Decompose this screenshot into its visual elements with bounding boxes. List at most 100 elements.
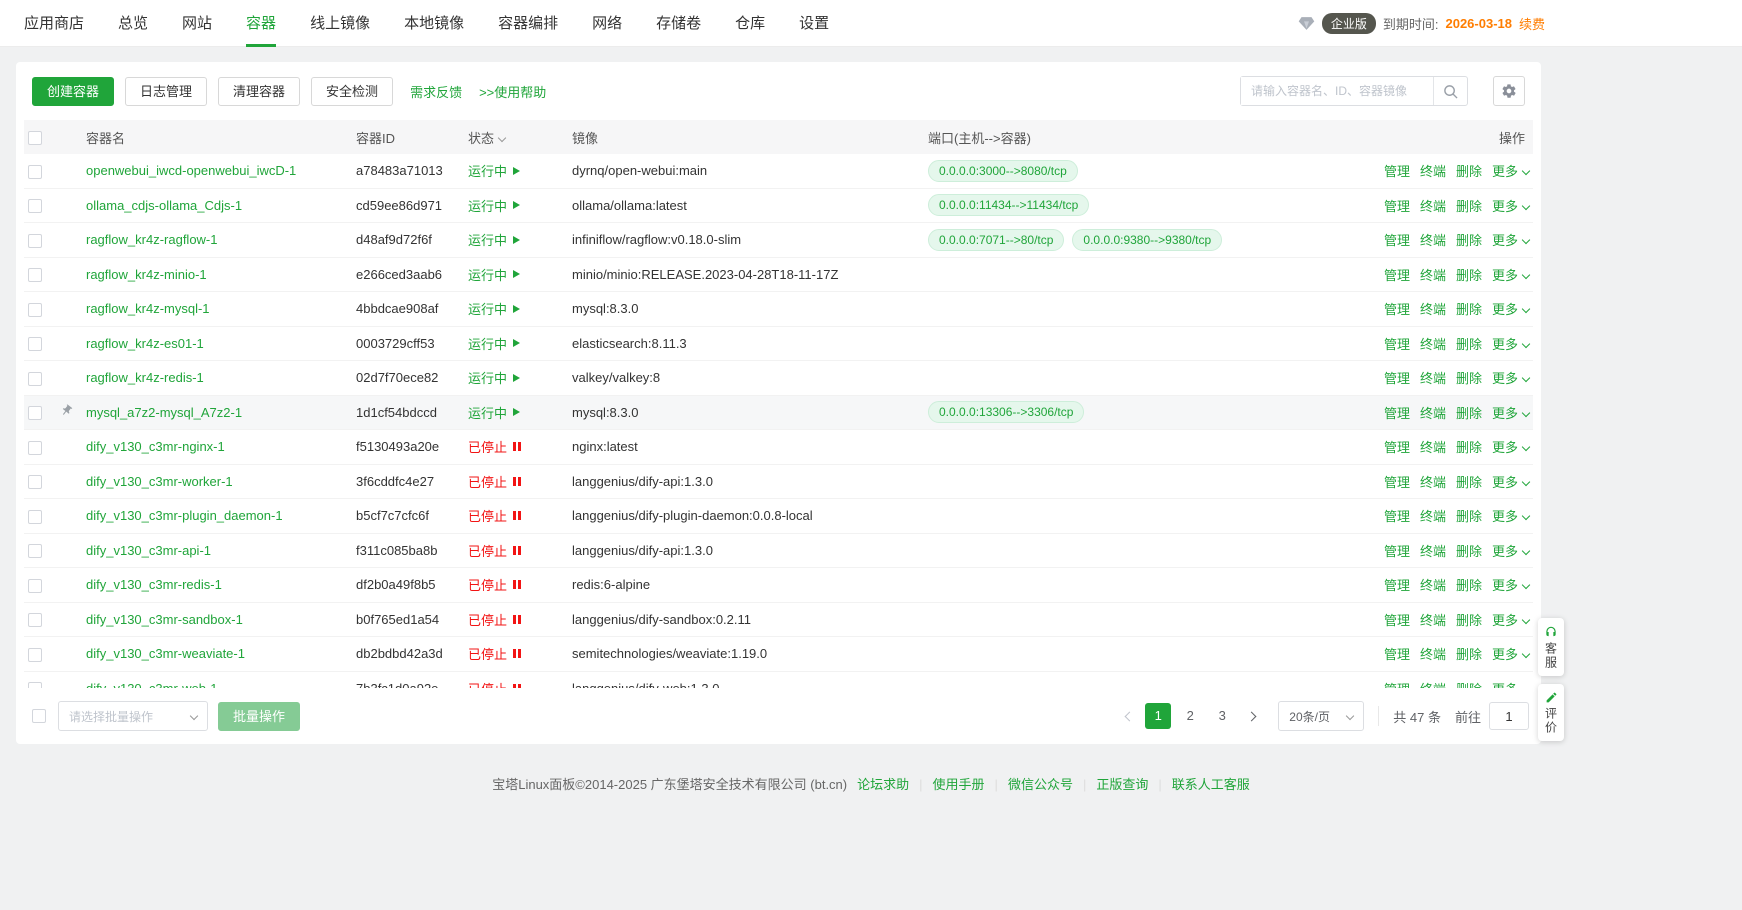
nav-item-设置[interactable]: 设置 [799, 0, 829, 47]
row-action-more[interactable]: 更多 [1492, 196, 1529, 215]
nav-item-容器[interactable]: 容器 [246, 0, 276, 47]
row-action-delete[interactable]: 删除 [1456, 196, 1482, 215]
row-action-delete[interactable]: 删除 [1456, 644, 1482, 663]
row-action-manage[interactable]: 管理 [1384, 161, 1410, 180]
prev-page-button[interactable] [1116, 703, 1142, 729]
row-action-manage[interactable]: 管理 [1384, 299, 1410, 318]
row-action-more[interactable]: 更多 [1492, 575, 1529, 594]
select-all-checkbox[interactable] [28, 131, 42, 145]
row-checkbox[interactable] [28, 579, 42, 593]
row-action-delete[interactable]: 删除 [1456, 610, 1482, 629]
row-action-delete[interactable]: 删除 [1456, 679, 1482, 688]
row-action-terminal[interactable]: 终端 [1420, 506, 1446, 525]
row-action-more[interactable]: 更多 [1492, 334, 1529, 353]
row-action-more[interactable]: 更多 [1492, 644, 1529, 663]
row-action-delete[interactable]: 删除 [1456, 161, 1482, 180]
row-action-delete[interactable]: 删除 [1456, 472, 1482, 491]
row-action-terminal[interactable]: 终端 [1420, 575, 1446, 594]
settings-gear-button[interactable] [1493, 76, 1525, 106]
row-checkbox[interactable] [28, 475, 42, 489]
row-action-manage[interactable]: 管理 [1384, 230, 1410, 249]
row-action-more[interactable]: 更多 [1492, 679, 1529, 688]
container-name-link[interactable]: dify_v130_c3mr-weaviate-1 [86, 646, 245, 661]
renew-link[interactable]: 续费 [1519, 14, 1545, 33]
row-action-more[interactable]: 更多 [1492, 161, 1529, 180]
play-icon[interactable] [513, 339, 520, 347]
nav-item-网络[interactable]: 网络 [592, 0, 622, 47]
page-button-1[interactable]: 1 [1145, 703, 1171, 729]
row-action-manage[interactable]: 管理 [1384, 472, 1410, 491]
row-checkbox[interactable] [28, 372, 42, 386]
row-checkbox[interactable] [28, 268, 42, 282]
help-link[interactable]: >>使用帮助 [479, 82, 546, 101]
goto-page-input[interactable] [1489, 702, 1529, 730]
row-action-manage[interactable]: 管理 [1384, 334, 1410, 353]
row-checkbox[interactable] [28, 406, 42, 420]
row-checkbox[interactable] [28, 544, 42, 558]
pause-icon[interactable] [513, 615, 523, 624]
play-icon[interactable] [513, 408, 520, 416]
row-action-manage[interactable]: 管理 [1384, 575, 1410, 594]
row-action-manage[interactable]: 管理 [1384, 679, 1410, 688]
search-icon[interactable] [1433, 77, 1467, 105]
row-checkbox[interactable] [28, 165, 42, 179]
pause-icon[interactable] [513, 684, 523, 688]
status-filter[interactable]: 状态 [468, 128, 572, 147]
row-action-delete[interactable]: 删除 [1456, 403, 1482, 422]
container-name-link[interactable]: ollama_cdjs-ollama_Cdjs-1 [86, 198, 242, 213]
pause-icon[interactable] [513, 649, 523, 658]
pause-icon[interactable] [513, 511, 523, 520]
container-name-link[interactable]: dify_v130_c3mr-nginx-1 [86, 439, 225, 454]
row-checkbox[interactable] [28, 303, 42, 317]
feedback-link[interactable]: 需求反馈 [410, 82, 462, 101]
row-action-manage[interactable]: 管理 [1384, 368, 1410, 387]
container-name-link[interactable]: ragflow_kr4z-mysql-1 [86, 301, 210, 316]
pause-icon[interactable] [513, 546, 523, 555]
row-action-more[interactable]: 更多 [1492, 403, 1529, 422]
row-action-terminal[interactable]: 终端 [1420, 610, 1446, 629]
nav-item-总览[interactable]: 总览 [118, 0, 148, 47]
row-action-manage[interactable]: 管理 [1384, 403, 1410, 422]
row-action-manage[interactable]: 管理 [1384, 506, 1410, 525]
row-action-terminal[interactable]: 终端 [1420, 334, 1446, 353]
row-action-delete[interactable]: 删除 [1456, 541, 1482, 560]
row-action-terminal[interactable]: 终端 [1420, 472, 1446, 491]
row-checkbox[interactable] [28, 234, 42, 248]
nav-item-存储卷[interactable]: 存储卷 [656, 0, 701, 47]
row-action-terminal[interactable]: 终端 [1420, 644, 1446, 663]
nav-item-线上镜像[interactable]: 线上镜像 [310, 0, 370, 47]
security-check-button[interactable]: 安全检测 [311, 77, 393, 106]
row-action-more[interactable]: 更多 [1492, 506, 1529, 525]
review-button[interactable]: 评价 [1538, 684, 1564, 741]
row-action-manage[interactable]: 管理 [1384, 610, 1410, 629]
play-icon[interactable] [513, 236, 520, 244]
nav-item-应用商店[interactable]: 应用商店 [24, 0, 84, 47]
container-name-link[interactable]: openwebui_iwcd-openwebui_iwcD-1 [86, 163, 296, 178]
container-name-link[interactable]: ragflow_kr4z-minio-1 [86, 267, 207, 282]
batch-operation-select[interactable]: 请选择批量操作 [58, 701, 208, 731]
row-action-manage[interactable]: 管理 [1384, 541, 1410, 560]
nav-item-本地镜像[interactable]: 本地镜像 [404, 0, 464, 47]
container-name-link[interactable]: ragflow_kr4z-redis-1 [86, 370, 204, 385]
row-action-terminal[interactable]: 终端 [1420, 437, 1446, 456]
row-action-delete[interactable]: 删除 [1456, 575, 1482, 594]
row-action-terminal[interactable]: 终端 [1420, 230, 1446, 249]
pause-icon[interactable] [513, 477, 523, 486]
row-action-more[interactable]: 更多 [1492, 230, 1529, 249]
row-action-terminal[interactable]: 终端 [1420, 299, 1446, 318]
row-action-more[interactable]: 更多 [1492, 472, 1529, 491]
row-action-delete[interactable]: 删除 [1456, 334, 1482, 353]
row-action-manage[interactable]: 管理 [1384, 437, 1410, 456]
page-size-select[interactable]: 20条/页 [1278, 701, 1364, 731]
row-action-more[interactable]: 更多 [1492, 541, 1529, 560]
log-manage-button[interactable]: 日志管理 [125, 77, 207, 106]
row-action-terminal[interactable]: 终端 [1420, 403, 1446, 422]
search-input[interactable] [1241, 77, 1433, 105]
row-action-terminal[interactable]: 终端 [1420, 196, 1446, 215]
bottom-select-all-checkbox[interactable] [32, 709, 46, 723]
row-action-delete[interactable]: 删除 [1456, 230, 1482, 249]
footer-link-2[interactable]: 使用手册 [933, 777, 985, 792]
clean-container-button[interactable]: 清理容器 [218, 77, 300, 106]
container-name-link[interactable]: mysql_a7z2-mysql_A7z2-1 [86, 405, 242, 420]
footer-link-1[interactable]: 论坛求助 [857, 777, 909, 792]
